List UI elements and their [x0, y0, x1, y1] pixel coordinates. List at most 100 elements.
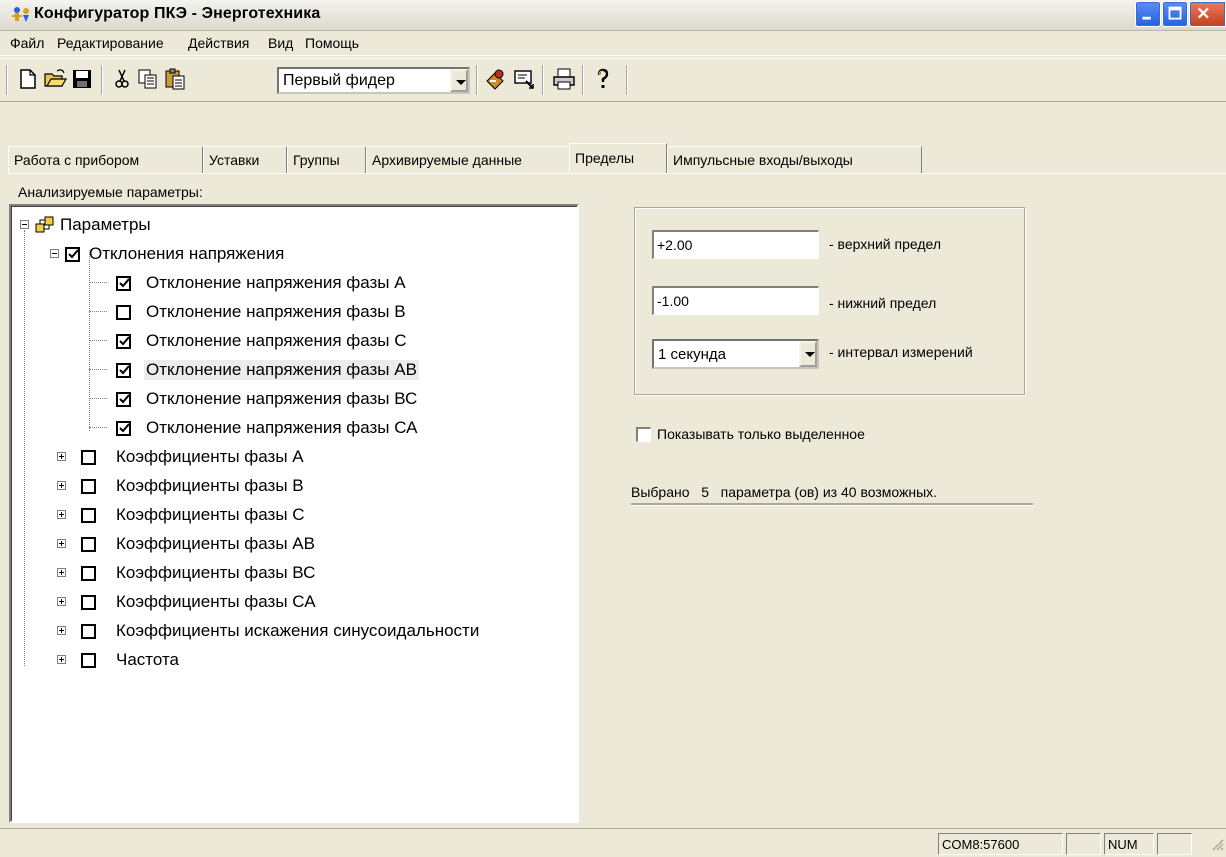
- menu-actions[interactable]: Действия: [188, 35, 249, 51]
- upper-limit-input[interactable]: +2.00: [652, 230, 819, 259]
- expand-icon[interactable]: [57, 481, 66, 490]
- tree-item-phase-b[interactable]: Отклонение напряжения фазы В: [11, 299, 571, 325]
- close-button[interactable]: [1189, 1, 1226, 27]
- tab-groups[interactable]: Группы: [287, 146, 366, 173]
- selection-summary: Выбрано 5 параметра (ов) из 40 возможных…: [631, 484, 937, 500]
- copy-icon[interactable]: [136, 67, 160, 91]
- upper-limit-value: +2.00: [657, 237, 693, 253]
- new-file-icon[interactable]: [16, 67, 40, 91]
- maximize-button[interactable]: [1162, 1, 1188, 27]
- show-only-selected-label: Показывать только выделенное: [657, 426, 865, 442]
- tree-group-label: Частота: [116, 650, 180, 669]
- collapse-icon[interactable]: [50, 249, 59, 258]
- tree-group-coeff-c[interactable]: Коэффициенты фазы С: [11, 502, 571, 528]
- menu-edit[interactable]: Редактирование: [57, 35, 164, 51]
- status-pane-2: [1066, 833, 1101, 855]
- expand-icon[interactable]: [57, 510, 66, 519]
- status-port: COM8:57600: [938, 833, 1063, 855]
- show-only-selected-checkbox[interactable]: [636, 427, 651, 442]
- checkbox-unchecked[interactable]: [81, 624, 96, 639]
- tab-pulse-io[interactable]: Импульсные входы/выходы: [667, 146, 922, 173]
- tab-device[interactable]: Работа с прибором: [8, 146, 203, 173]
- checkbox-checked[interactable]: [116, 392, 131, 407]
- chevron-down-icon[interactable]: [799, 341, 817, 367]
- tab-groups-label: Группы: [293, 152, 340, 168]
- tree-group-distortion[interactable]: Коэффициенты искажения синусоидальности: [11, 618, 571, 644]
- checkbox-unchecked[interactable]: [81, 479, 96, 494]
- title-bar[interactable]: Конфигуратор ПКЭ - Энерготехника: [0, 0, 1226, 31]
- feeder-select-value: Первый фидер: [283, 72, 395, 89]
- checkbox-unchecked[interactable]: [81, 653, 96, 668]
- menu-view[interactable]: Вид: [268, 35, 293, 51]
- tab-device-label: Работа с прибором: [14, 152, 140, 168]
- tree-item-phase-a[interactable]: Отклонение напряжения фазы А: [11, 270, 571, 296]
- lower-limit-input[interactable]: -1.00: [652, 286, 819, 315]
- tab-limits[interactable]: Пределы: [569, 143, 667, 173]
- tree-item-phase-c[interactable]: Отклонение напряжения фазы С: [11, 328, 571, 354]
- interval-label: - интервал измерений: [829, 344, 973, 360]
- tree-item-phase-ca[interactable]: Отклонение напряжения фазы СА: [11, 415, 571, 441]
- tree-group-coeff-b[interactable]: Коэффициенты фазы В: [11, 473, 571, 499]
- checkbox-unchecked[interactable]: [81, 508, 96, 523]
- tab-divider: [8, 173, 1226, 174]
- tree-group-voltage-deviations[interactable]: Отклонения напряжения: [11, 241, 571, 267]
- open-folder-icon[interactable]: [43, 67, 68, 91]
- checkbox-checked[interactable]: [116, 421, 131, 436]
- parameters-tree[interactable]: Параметры Отклонения напряжения Отклонен…: [9, 204, 579, 823]
- tree-root-row[interactable]: Параметры: [11, 212, 571, 238]
- lower-limit-value: -1.00: [657, 293, 689, 309]
- collapse-icon[interactable]: [20, 220, 29, 229]
- expand-icon[interactable]: [57, 539, 66, 548]
- help-icon[interactable]: [591, 67, 615, 91]
- checkbox-checked[interactable]: [116, 334, 131, 349]
- tree-group-label: Коэффициенты фазы АВ: [116, 534, 315, 553]
- device-write-icon[interactable]: [512, 67, 536, 91]
- tree-group-coeff-bc[interactable]: Коэффициенты фазы ВС: [11, 560, 571, 586]
- paste-icon[interactable]: [163, 67, 187, 91]
- tree-group-coeff-ab[interactable]: Коэффициенты фазы АВ: [11, 531, 571, 557]
- menu-file[interactable]: Файл: [10, 35, 44, 51]
- tree-group-coeff-ca[interactable]: Коэффициенты фазы СА: [11, 589, 571, 615]
- expand-icon[interactable]: [57, 626, 66, 635]
- tree-item-label: Отклонение напряжения фазы В: [146, 302, 406, 321]
- tab-limits-label: Пределы: [575, 150, 635, 166]
- window-title: Конфигуратор ПКЭ - Энерготехника: [34, 5, 321, 22]
- tree-item-label: Отклонение напряжения фазы А: [146, 273, 406, 292]
- parameters-icon: [35, 215, 55, 235]
- tree-group-label: Коэффициенты фазы СА: [116, 592, 316, 611]
- checkbox-unchecked[interactable]: [81, 450, 96, 465]
- tree-group-label: Коэффициенты фазы С: [116, 505, 305, 524]
- checkbox-checked[interactable]: [116, 363, 131, 378]
- expand-icon[interactable]: [57, 655, 66, 664]
- checkbox-unchecked[interactable]: [81, 537, 96, 552]
- feeder-select[interactable]: Первый фидер: [277, 67, 470, 94]
- checkbox-unchecked[interactable]: [116, 305, 131, 320]
- checkbox-checked[interactable]: [65, 247, 80, 262]
- checkbox-checked[interactable]: [116, 276, 131, 291]
- minimize-button[interactable]: [1135, 1, 1161, 27]
- tree-group-label: Коэффициенты искажения синусоидальности: [116, 621, 480, 640]
- tab-settings[interactable]: Уставки: [203, 146, 287, 173]
- tree-group-frequency[interactable]: Частота: [11, 647, 571, 673]
- tree-group-coeff-a[interactable]: Коэффициенты фазы А: [11, 444, 571, 470]
- chevron-down-icon[interactable]: [450, 69, 468, 92]
- expand-icon[interactable]: [57, 452, 66, 461]
- checkbox-unchecked[interactable]: [81, 566, 96, 581]
- expand-icon[interactable]: [57, 597, 66, 606]
- cut-icon[interactable]: [110, 67, 134, 91]
- tree-item-phase-bc[interactable]: Отклонение напряжения фазы ВС: [11, 386, 571, 412]
- device-read-icon[interactable]: [484, 67, 508, 91]
- tab-archived-data[interactable]: Архивируемые данные: [366, 146, 571, 173]
- interval-select[interactable]: 1 секунда: [652, 339, 819, 369]
- resize-grip-icon[interactable]: [1210, 837, 1224, 851]
- tree-item-label: Отклонение напряжения фазы СА: [146, 418, 418, 437]
- save-icon[interactable]: [70, 67, 94, 91]
- tab-settings-label: Уставки: [209, 152, 260, 168]
- app-icon: [12, 6, 34, 24]
- summary-prefix: Выбрано: [631, 484, 690, 500]
- expand-icon[interactable]: [57, 568, 66, 577]
- tree-item-phase-ab[interactable]: Отклонение напряжения фазы АВ: [11, 357, 571, 383]
- checkbox-unchecked[interactable]: [81, 595, 96, 610]
- menu-help[interactable]: Помощь: [305, 35, 359, 51]
- print-icon[interactable]: [552, 67, 576, 91]
